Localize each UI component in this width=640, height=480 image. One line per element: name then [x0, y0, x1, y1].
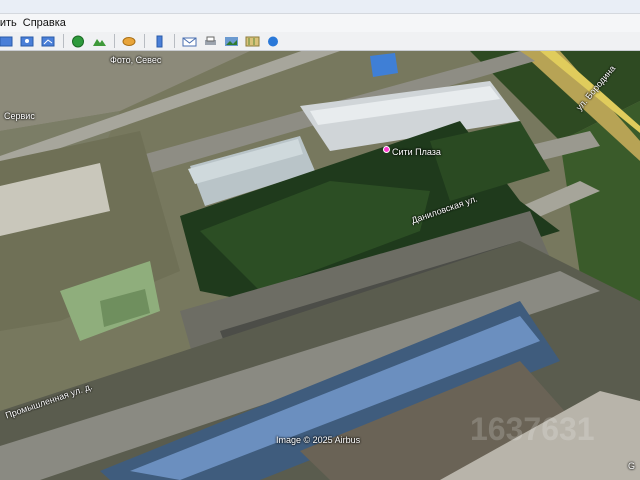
corner-label: G — [628, 461, 636, 471]
satellite-map[interactable]: Фото, Севес Сервис Сити Плаза Даниловска… — [0, 51, 640, 480]
title-bar — [0, 0, 640, 14]
earth-icon[interactable] — [265, 34, 282, 49]
map-icon[interactable] — [244, 34, 261, 49]
toolbar — [0, 32, 640, 51]
path-icon[interactable] — [40, 34, 57, 49]
map-label-top-left: Фото, Севес — [110, 55, 162, 65]
email-icon[interactable] — [181, 34, 198, 49]
placemark-icon[interactable] — [19, 34, 36, 49]
planet-icon[interactable] — [121, 34, 138, 49]
ruler-icon[interactable] — [151, 34, 168, 49]
menu-bar: вить Справка — [0, 14, 640, 32]
nav-icon[interactable] — [0, 34, 15, 49]
toolbar-separator — [63, 34, 64, 48]
globe-icon[interactable] — [70, 34, 87, 49]
map-label-left-mid: Сервис — [4, 111, 35, 121]
toolbar-separator — [174, 34, 175, 48]
toolbar-separator — [114, 34, 115, 48]
print-icon[interactable] — [202, 34, 219, 49]
toolbar-separator — [144, 34, 145, 48]
menu-help[interactable]: Справка — [23, 17, 72, 29]
watermark: 1637631 — [470, 411, 595, 447]
attribution: Image © 2025 Airbus — [276, 435, 361, 445]
poi-marker-icon[interactable] — [383, 146, 390, 153]
terrain-icon[interactable] — [91, 34, 108, 49]
image-icon[interactable] — [223, 34, 240, 49]
poi-label[interactable]: Сити Плаза — [392, 147, 441, 157]
menu-edit[interactable]: вить — [0, 17, 23, 29]
